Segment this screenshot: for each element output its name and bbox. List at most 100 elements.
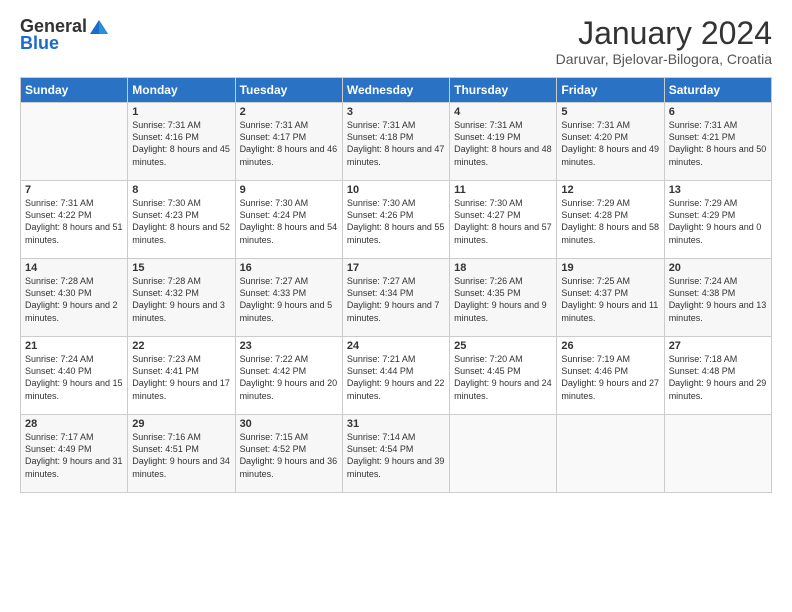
calendar-week-row: 21 Sunrise: 7:24 AMSunset: 4:40 PMDaylig… <box>21 337 772 415</box>
header-monday: Monday <box>128 78 235 103</box>
day-number: 2 <box>240 106 338 118</box>
cell-sunrise: Sunrise: 7:19 AMSunset: 4:46 PMDaylight:… <box>561 354 659 400</box>
table-row: 23 Sunrise: 7:22 AMSunset: 4:42 PMDaylig… <box>235 337 342 415</box>
day-number: 21 <box>25 340 123 352</box>
cell-sunrise: Sunrise: 7:15 AMSunset: 4:52 PMDaylight:… <box>240 432 338 478</box>
cell-sunrise: Sunrise: 7:14 AMSunset: 4:54 PMDaylight:… <box>347 432 445 478</box>
cell-sunrise: Sunrise: 7:23 AMSunset: 4:41 PMDaylight:… <box>132 354 230 400</box>
table-row <box>557 415 664 493</box>
cell-sunrise: Sunrise: 7:31 AMSunset: 4:19 PMDaylight:… <box>454 120 552 166</box>
table-row: 8 Sunrise: 7:30 AMSunset: 4:23 PMDayligh… <box>128 181 235 259</box>
table-row: 14 Sunrise: 7:28 AMSunset: 4:30 PMDaylig… <box>21 259 128 337</box>
header-thursday: Thursday <box>450 78 557 103</box>
table-row: 12 Sunrise: 7:29 AMSunset: 4:28 PMDaylig… <box>557 181 664 259</box>
table-row: 16 Sunrise: 7:27 AMSunset: 4:33 PMDaylig… <box>235 259 342 337</box>
table-row: 30 Sunrise: 7:15 AMSunset: 4:52 PMDaylig… <box>235 415 342 493</box>
cell-sunrise: Sunrise: 7:31 AMSunset: 4:18 PMDaylight:… <box>347 120 445 166</box>
cell-sunrise: Sunrise: 7:25 AMSunset: 4:37 PMDaylight:… <box>561 276 658 322</box>
day-number: 15 <box>132 262 230 274</box>
day-number: 30 <box>240 418 338 430</box>
table-row: 22 Sunrise: 7:23 AMSunset: 4:41 PMDaylig… <box>128 337 235 415</box>
header-sunday: Sunday <box>21 78 128 103</box>
cell-sunrise: Sunrise: 7:21 AMSunset: 4:44 PMDaylight:… <box>347 354 445 400</box>
table-row: 7 Sunrise: 7:31 AMSunset: 4:22 PMDayligh… <box>21 181 128 259</box>
calendar-week-row: 14 Sunrise: 7:28 AMSunset: 4:30 PMDaylig… <box>21 259 772 337</box>
header-wednesday: Wednesday <box>342 78 449 103</box>
table-row: 5 Sunrise: 7:31 AMSunset: 4:20 PMDayligh… <box>557 103 664 181</box>
cell-sunrise: Sunrise: 7:24 AMSunset: 4:38 PMDaylight:… <box>669 276 767 322</box>
table-row: 25 Sunrise: 7:20 AMSunset: 4:45 PMDaylig… <box>450 337 557 415</box>
day-number: 22 <box>132 340 230 352</box>
header-friday: Friday <box>557 78 664 103</box>
table-row: 17 Sunrise: 7:27 AMSunset: 4:34 PMDaylig… <box>342 259 449 337</box>
cell-sunrise: Sunrise: 7:31 AMSunset: 4:21 PMDaylight:… <box>669 120 767 166</box>
table-row: 29 Sunrise: 7:16 AMSunset: 4:51 PMDaylig… <box>128 415 235 493</box>
table-row: 3 Sunrise: 7:31 AMSunset: 4:18 PMDayligh… <box>342 103 449 181</box>
cell-sunrise: Sunrise: 7:24 AMSunset: 4:40 PMDaylight:… <box>25 354 123 400</box>
day-number: 27 <box>669 340 767 352</box>
cell-sunrise: Sunrise: 7:30 AMSunset: 4:27 PMDaylight:… <box>454 198 552 244</box>
day-number: 1 <box>132 106 230 118</box>
cell-sunrise: Sunrise: 7:20 AMSunset: 4:45 PMDaylight:… <box>454 354 552 400</box>
day-number: 5 <box>561 106 659 118</box>
table-row: 20 Sunrise: 7:24 AMSunset: 4:38 PMDaylig… <box>664 259 771 337</box>
table-row: 2 Sunrise: 7:31 AMSunset: 4:17 PMDayligh… <box>235 103 342 181</box>
day-number: 20 <box>669 262 767 274</box>
table-row: 27 Sunrise: 7:18 AMSunset: 4:48 PMDaylig… <box>664 337 771 415</box>
day-number: 13 <box>669 184 767 196</box>
cell-sunrise: Sunrise: 7:31 AMSunset: 4:20 PMDaylight:… <box>561 120 659 166</box>
table-row: 15 Sunrise: 7:28 AMSunset: 4:32 PMDaylig… <box>128 259 235 337</box>
cell-sunrise: Sunrise: 7:17 AMSunset: 4:49 PMDaylight:… <box>25 432 123 478</box>
table-row: 26 Sunrise: 7:19 AMSunset: 4:46 PMDaylig… <box>557 337 664 415</box>
table-row: 18 Sunrise: 7:26 AMSunset: 4:35 PMDaylig… <box>450 259 557 337</box>
weekday-header-row: Sunday Monday Tuesday Wednesday Thursday… <box>21 78 772 103</box>
header-tuesday: Tuesday <box>235 78 342 103</box>
cell-sunrise: Sunrise: 7:26 AMSunset: 4:35 PMDaylight:… <box>454 276 547 322</box>
day-number: 14 <box>25 262 123 274</box>
table-row: 21 Sunrise: 7:24 AMSunset: 4:40 PMDaylig… <box>21 337 128 415</box>
location-subtitle: Daruvar, Bjelovar-Bilogora, Croatia <box>556 51 772 67</box>
table-row: 1 Sunrise: 7:31 AMSunset: 4:16 PMDayligh… <box>128 103 235 181</box>
calendar-table: Sunday Monday Tuesday Wednesday Thursday… <box>20 77 772 493</box>
day-number: 26 <box>561 340 659 352</box>
page-header: General Blue January 2024 Daruvar, Bjelo… <box>20 16 772 67</box>
table-row: 19 Sunrise: 7:25 AMSunset: 4:37 PMDaylig… <box>557 259 664 337</box>
cell-sunrise: Sunrise: 7:27 AMSunset: 4:34 PMDaylight:… <box>347 276 440 322</box>
day-number: 18 <box>454 262 552 274</box>
day-number: 19 <box>561 262 659 274</box>
month-title: January 2024 <box>556 16 772 51</box>
cell-sunrise: Sunrise: 7:30 AMSunset: 4:24 PMDaylight:… <box>240 198 338 244</box>
calendar-week-row: 1 Sunrise: 7:31 AMSunset: 4:16 PMDayligh… <box>21 103 772 181</box>
cell-sunrise: Sunrise: 7:28 AMSunset: 4:30 PMDaylight:… <box>25 276 118 322</box>
table-row: 11 Sunrise: 7:30 AMSunset: 4:27 PMDaylig… <box>450 181 557 259</box>
cell-sunrise: Sunrise: 7:31 AMSunset: 4:22 PMDaylight:… <box>25 198 123 244</box>
logo-blue-text: Blue <box>20 33 59 54</box>
day-number: 28 <box>25 418 123 430</box>
table-row <box>21 103 128 181</box>
calendar-week-row: 7 Sunrise: 7:31 AMSunset: 4:22 PMDayligh… <box>21 181 772 259</box>
day-number: 12 <box>561 184 659 196</box>
logo: General Blue <box>20 16 111 54</box>
table-row <box>450 415 557 493</box>
table-row: 6 Sunrise: 7:31 AMSunset: 4:21 PMDayligh… <box>664 103 771 181</box>
day-number: 11 <box>454 184 552 196</box>
day-number: 29 <box>132 418 230 430</box>
title-area: January 2024 Daruvar, Bjelovar-Bilogora,… <box>556 16 772 67</box>
table-row: 13 Sunrise: 7:29 AMSunset: 4:29 PMDaylig… <box>664 181 771 259</box>
day-number: 7 <box>25 184 123 196</box>
day-number: 25 <box>454 340 552 352</box>
table-row: 28 Sunrise: 7:17 AMSunset: 4:49 PMDaylig… <box>21 415 128 493</box>
cell-sunrise: Sunrise: 7:22 AMSunset: 4:42 PMDaylight:… <box>240 354 338 400</box>
day-number: 10 <box>347 184 445 196</box>
logo-icon <box>88 18 110 36</box>
cell-sunrise: Sunrise: 7:29 AMSunset: 4:28 PMDaylight:… <box>561 198 659 244</box>
day-number: 4 <box>454 106 552 118</box>
cell-sunrise: Sunrise: 7:27 AMSunset: 4:33 PMDaylight:… <box>240 276 333 322</box>
day-number: 31 <box>347 418 445 430</box>
day-number: 17 <box>347 262 445 274</box>
day-number: 9 <box>240 184 338 196</box>
day-number: 23 <box>240 340 338 352</box>
day-number: 6 <box>669 106 767 118</box>
cell-sunrise: Sunrise: 7:30 AMSunset: 4:26 PMDaylight:… <box>347 198 445 244</box>
calendar-page: General Blue January 2024 Daruvar, Bjelo… <box>0 0 792 612</box>
